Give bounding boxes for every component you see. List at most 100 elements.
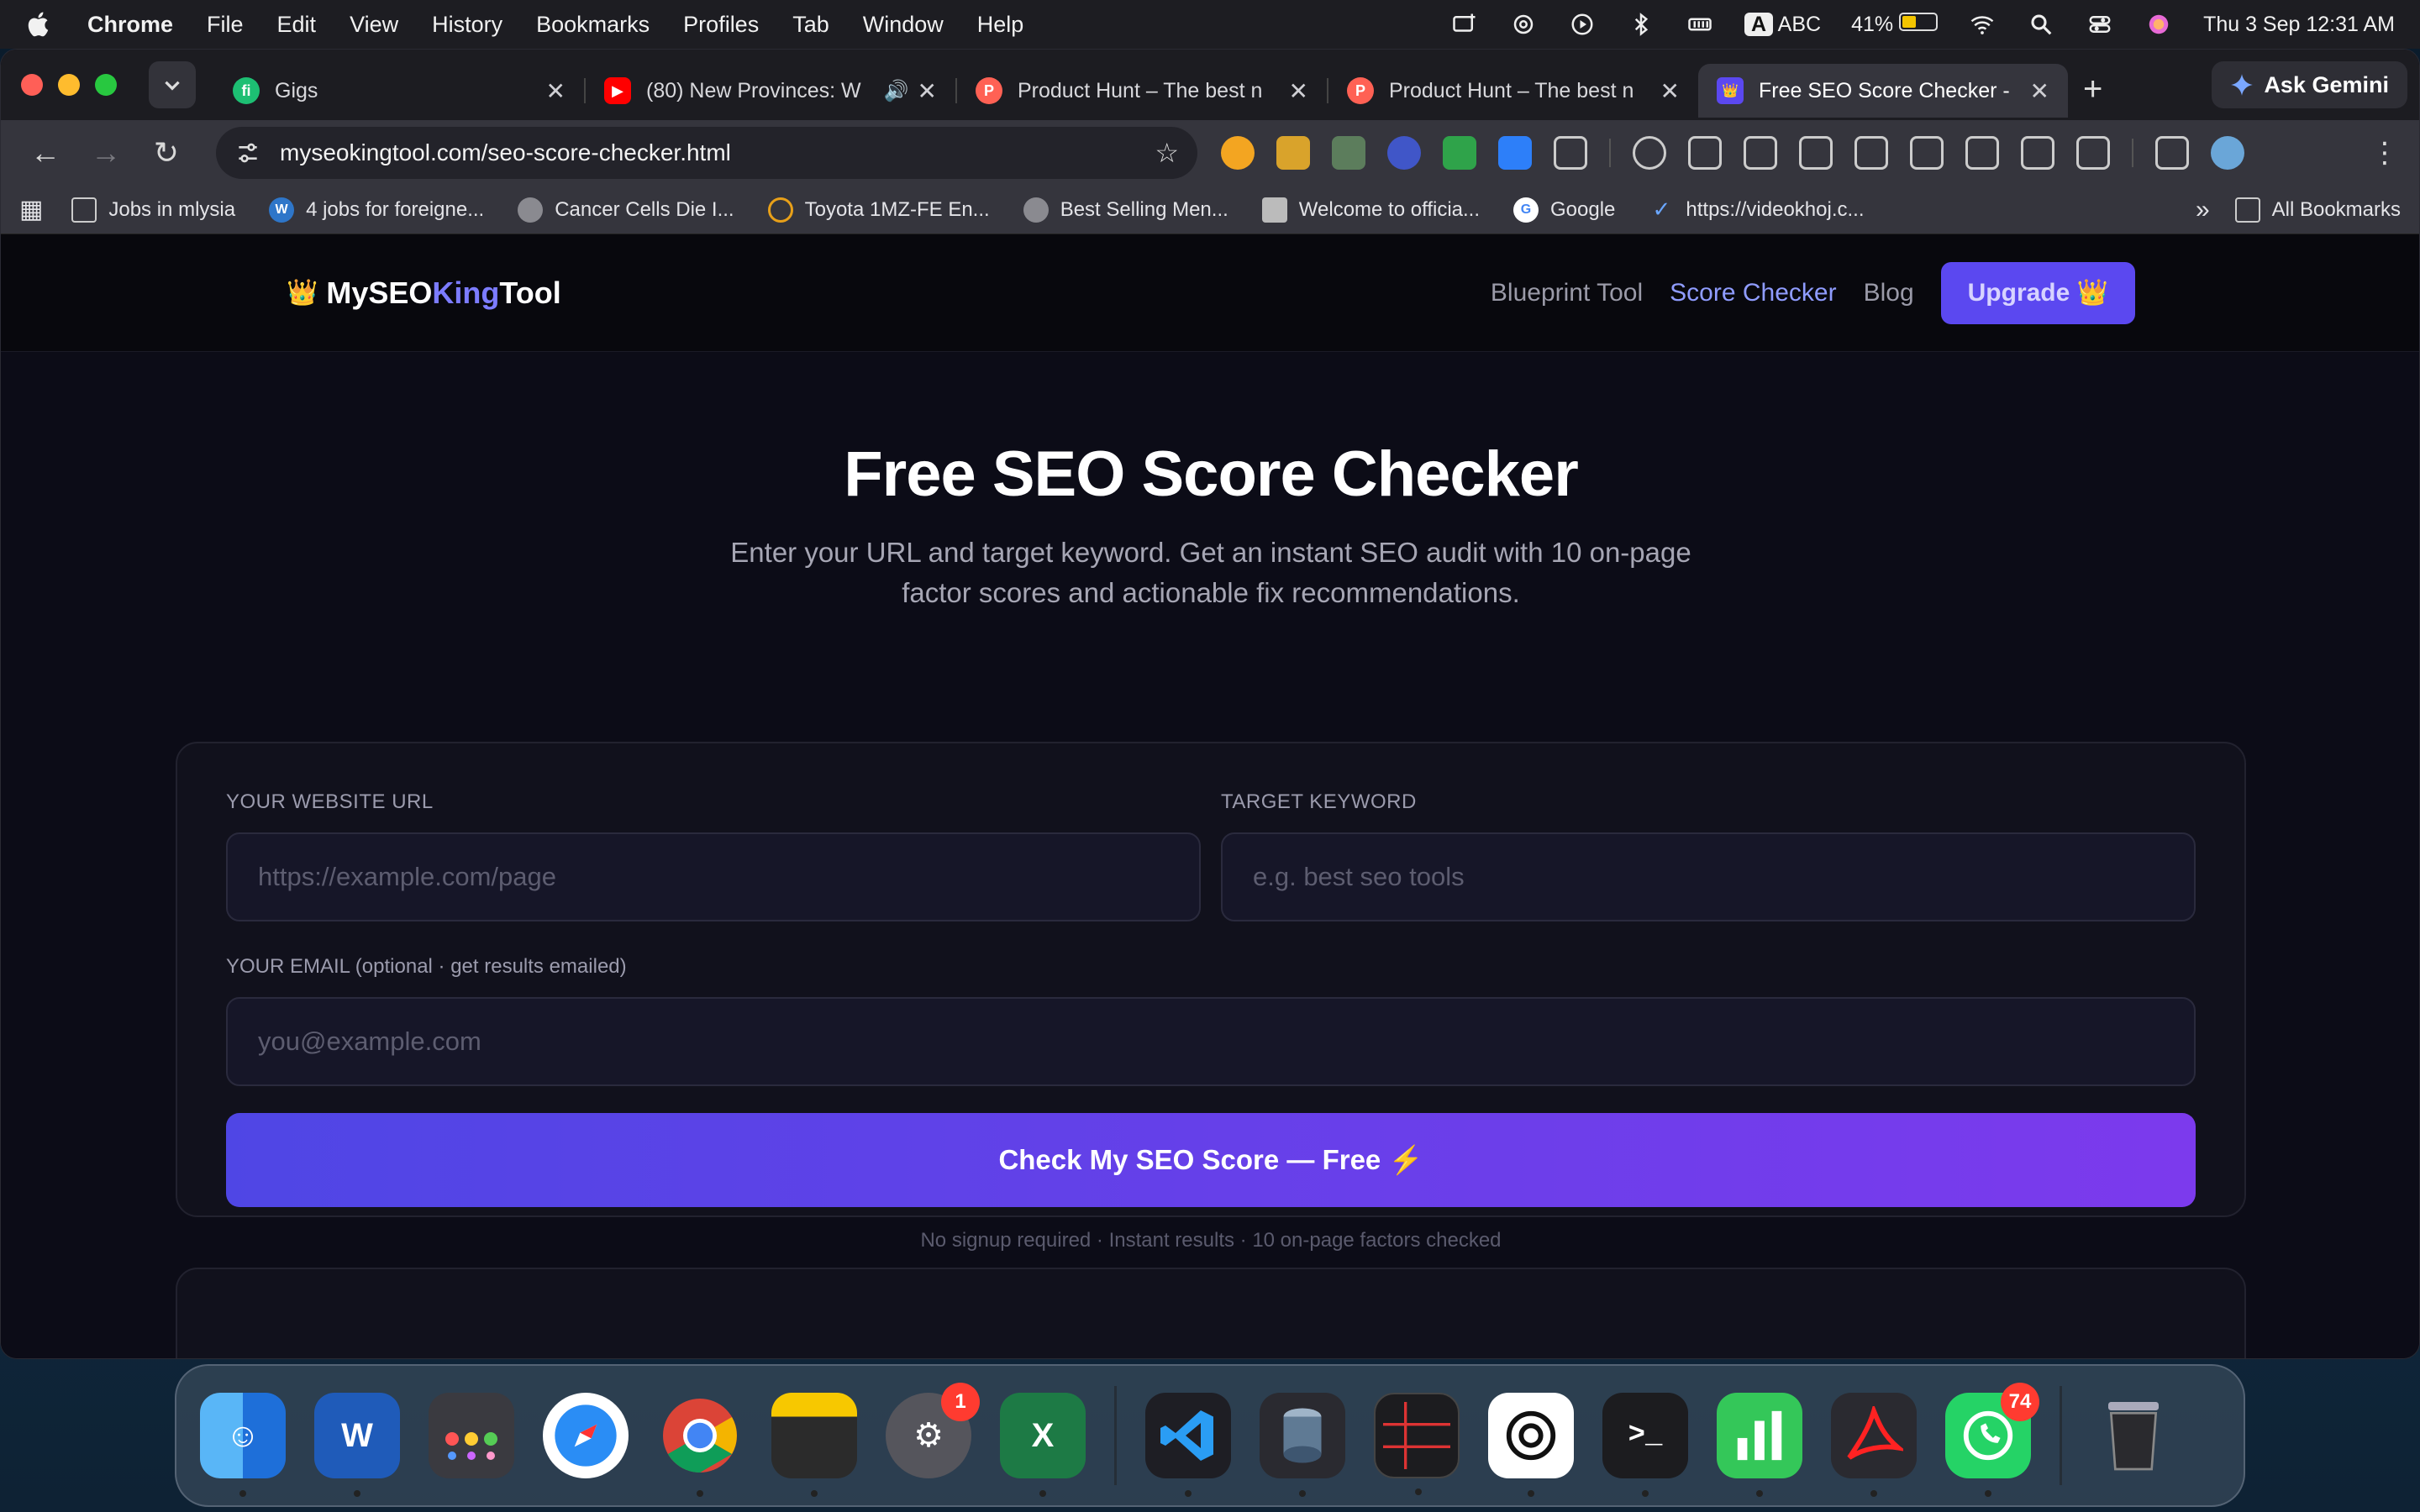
menu-tab[interactable]: Tab (792, 12, 829, 38)
spreadsheet-app-icon[interactable] (1374, 1393, 1460, 1495)
ask-gemini-button[interactable]: Ask Gemini (2212, 61, 2407, 108)
battery-status[interactable]: 41% (1851, 12, 1939, 37)
apple-icon[interactable] (25, 10, 54, 39)
address-bar[interactable]: myseokingtool.com/seo-score-checker.html… (216, 127, 1197, 179)
screen-share-icon[interactable] (1450, 12, 1479, 37)
site-logo[interactable]: 👑 MySEO King Tool (287, 276, 561, 311)
forward-button[interactable]: → (82, 135, 130, 171)
extension-icon[interactable] (1387, 136, 1421, 170)
side-panel-icon[interactable] (2076, 136, 2110, 170)
checkmark-extension-icon[interactable] (1443, 136, 1476, 170)
acrobat-app-icon[interactable] (1831, 1393, 1917, 1497)
memory-icon[interactable] (1686, 12, 1714, 37)
bluetooth-icon[interactable] (1627, 12, 1655, 37)
apps-grid-icon[interactable]: ▦ (19, 195, 43, 224)
bookmark-item[interactable]: Welcome to officia... (1261, 197, 1480, 223)
finder-app-icon[interactable]: ☺ (200, 1393, 286, 1497)
translate-icon[interactable] (1910, 136, 1944, 170)
bookmark-item[interactable]: Best Selling Men... (1023, 197, 1228, 223)
preview-app-icon[interactable] (1260, 1393, 1345, 1497)
chatgpt-icon[interactable] (1509, 12, 1538, 37)
tab-seo-score-checker[interactable]: 👑 Free SEO Score Checker - ✕ (1698, 64, 2068, 118)
spotlight-search-icon[interactable] (2027, 12, 2055, 37)
menu-bookmarks[interactable]: Bookmarks (536, 12, 650, 38)
key-icon[interactable] (1633, 136, 1666, 170)
screenshot-icon[interactable] (1854, 136, 1888, 170)
bookmark-item[interactable]: ✓ https://videokhoj.c... (1649, 197, 1864, 223)
close-tab-icon[interactable]: ✕ (546, 77, 566, 105)
email-input[interactable] (226, 997, 2196, 1086)
input-source[interactable]: A ABC (1744, 12, 1821, 37)
close-tab-icon[interactable]: ✕ (918, 77, 937, 105)
clock[interactable]: Thu 3 Sep 12:31 AM (2203, 13, 2395, 37)
menu-file[interactable]: File (207, 12, 244, 38)
extension-icon[interactable] (1332, 136, 1365, 170)
nav-score-checker[interactable]: Score Checker (1670, 279, 1836, 307)
bookmark-item[interactable]: Jobs in mlysia (71, 197, 235, 223)
bookmark-item[interactable]: Cancer Cells Die I... (518, 197, 734, 223)
tab-gigs[interactable]: fi Gigs ✕ (214, 64, 584, 118)
menu-edit[interactable]: Edit (277, 12, 317, 38)
whatsapp-app-icon[interactable]: 74 (1945, 1383, 2039, 1497)
reading-list-icon[interactable] (1744, 136, 1777, 170)
close-window-button[interactable] (21, 74, 43, 96)
bookmarks-overflow-icon[interactable]: » (2196, 196, 2210, 224)
google-chrome-app-icon[interactable] (657, 1393, 743, 1497)
wifi-icon[interactable] (1968, 12, 1996, 37)
profile-avatar[interactable] (2211, 136, 2244, 170)
check-seo-score-button[interactable]: Check My SEO Score — Free ⚡ (226, 1113, 2196, 1207)
microsoft-word-app-icon[interactable]: W (314, 1393, 400, 1497)
microsoft-excel-app-icon[interactable]: X (1000, 1393, 1086, 1497)
close-tab-icon[interactable]: ✕ (2030, 77, 2049, 105)
trash-icon[interactable] (2091, 1393, 2176, 1478)
numbers-app-icon[interactable] (1717, 1393, 1802, 1497)
back-button[interactable]: ← (21, 135, 70, 171)
tab-product-hunt-2[interactable]: P Product Hunt – The best n ✕ (1328, 64, 1698, 118)
website-url-input[interactable] (226, 832, 1201, 921)
menu-profiles[interactable]: Profiles (683, 12, 759, 38)
print-icon[interactable] (1799, 136, 1833, 170)
safari-app-icon[interactable] (543, 1393, 629, 1478)
favorites-icon[interactable] (1688, 136, 1722, 170)
upgrade-button[interactable]: Upgrade 👑 (1940, 261, 2135, 324)
close-tab-icon[interactable]: ✕ (1289, 77, 1308, 105)
fullscreen-window-button[interactable] (95, 74, 117, 96)
nav-blog[interactable]: Blog (1864, 279, 1914, 307)
new-tab-button[interactable]: + (2083, 71, 2102, 108)
bookmark-star-icon[interactable]: ☆ (1155, 137, 1179, 169)
bookmark-item[interactable]: Toyota 1MZ-FE En... (767, 197, 990, 223)
chatgpt-app-icon[interactable] (1488, 1393, 1574, 1497)
menu-chrome[interactable]: Chrome (87, 12, 173, 38)
terminal-app-icon[interactable]: >_ (1602, 1393, 1688, 1497)
siri-icon[interactable] (2144, 12, 2173, 37)
menu-history[interactable]: History (432, 12, 502, 38)
seoquake-extension-icon[interactable] (1221, 136, 1255, 170)
menu-help[interactable]: Help (977, 12, 1024, 38)
reading-mode-icon[interactable] (2021, 136, 2054, 170)
qr-code-icon[interactable] (1965, 136, 1999, 170)
site-info-icon[interactable] (234, 139, 261, 166)
bookmark-item[interactable]: G Google (1513, 197, 1615, 223)
more-menu-icon[interactable]: ⋮ (2370, 136, 2399, 170)
speaker-icon[interactable]: 🔊 (884, 79, 909, 103)
media-controls-icon[interactable] (2155, 136, 2189, 170)
puzzle-extensions-icon[interactable] (1554, 136, 1587, 170)
minimize-window-button[interactable] (58, 74, 80, 96)
system-settings-app-icon[interactable]: ⚙ 1 (886, 1383, 980, 1478)
play-icon[interactable] (1568, 12, 1597, 37)
menu-view[interactable]: View (350, 12, 398, 38)
all-bookmarks-button[interactable]: All Bookmarks (2234, 197, 2401, 223)
launchpad-app-icon[interactable] (429, 1393, 514, 1478)
extension-icon[interactable] (1276, 136, 1310, 170)
notes-app-icon[interactable] (771, 1393, 857, 1497)
tab-product-hunt-1[interactable]: P Product Hunt – The best n ✕ (957, 64, 1327, 118)
target-keyword-input[interactable] (1221, 832, 2196, 921)
nav-blueprint-tool[interactable]: Blueprint Tool (1491, 279, 1643, 307)
reload-button[interactable]: ↻ (142, 135, 191, 171)
tab-search-button[interactable] (149, 61, 196, 108)
tab-youtube[interactable]: ▶ (80) New Provinces: W 🔊 ✕ (586, 64, 955, 118)
close-tab-icon[interactable]: ✕ (1660, 77, 1680, 105)
url-text[interactable]: myseokingtool.com/seo-score-checker.html (280, 139, 1155, 166)
menu-window[interactable]: Window (863, 12, 944, 38)
bookmark-item[interactable]: W 4 jobs for foreigne... (269, 197, 484, 223)
